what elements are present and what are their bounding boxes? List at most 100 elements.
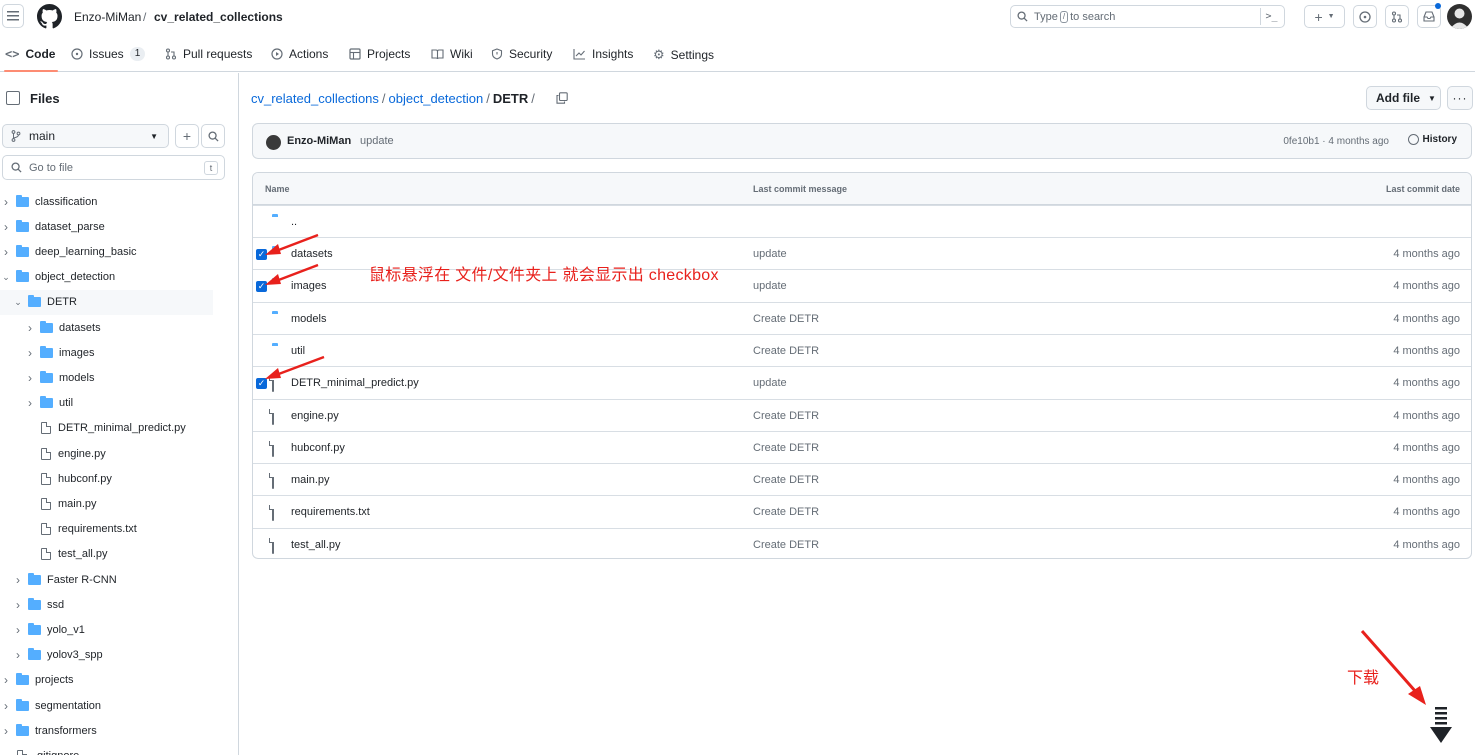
tab-security[interactable]: Security bbox=[491, 47, 552, 61]
branch-selector[interactable]: main ▼ bbox=[2, 124, 169, 148]
issues-button[interactable] bbox=[1353, 5, 1377, 28]
chevron-right-icon[interactable]: › bbox=[1, 195, 11, 209]
breadcrumb-root-link[interactable]: cv_related_collections bbox=[251, 91, 379, 106]
tree-item[interactable]: engine.py bbox=[0, 441, 238, 466]
chevron-right-icon[interactable]: › bbox=[25, 321, 35, 335]
row-name-link[interactable]: main.py bbox=[291, 474, 330, 486]
chevron-right-icon[interactable]: › bbox=[25, 396, 35, 410]
tree-item[interactable]: ⌄ DETR bbox=[0, 289, 213, 315]
table-row[interactable]: util Create DETR 4 months ago bbox=[253, 333, 1471, 366]
tab-code[interactable]: <> Code bbox=[5, 47, 55, 61]
chevron-down-icon[interactable]: ⌄ bbox=[13, 297, 23, 308]
tree-item[interactable]: › projects bbox=[0, 668, 238, 693]
row-commit-message-link[interactable]: Create DETR bbox=[753, 442, 819, 454]
table-row[interactable]: test_all.py Create DETR 4 months ago bbox=[253, 527, 1471, 558]
download-icon[interactable] bbox=[1429, 705, 1453, 745]
chevron-right-icon[interactable]: › bbox=[13, 623, 23, 637]
chevron-right-icon[interactable]: › bbox=[1, 245, 11, 259]
copy-path-icon[interactable] bbox=[556, 92, 568, 104]
row-name-link[interactable]: hubconf.py bbox=[291, 442, 345, 454]
repo-link[interactable]: cv_related_collections bbox=[154, 10, 283, 24]
table-row[interactable]: main.py Create DETR 4 months ago bbox=[253, 463, 1471, 495]
parent-directory-link[interactable]: .. bbox=[291, 216, 297, 228]
tree-item[interactable]: › images bbox=[0, 340, 238, 365]
add-file-button[interactable]: + bbox=[175, 124, 199, 148]
history-button[interactable]: History bbox=[1407, 134, 1457, 145]
tree-item[interactable]: .gitignore bbox=[0, 743, 238, 755]
tree-item[interactable]: › models bbox=[0, 365, 238, 390]
more-options-button[interactable]: ··· bbox=[1447, 86, 1473, 110]
commit-author-avatar[interactable] bbox=[266, 135, 281, 150]
github-logo-icon[interactable] bbox=[37, 4, 62, 29]
row-name-link[interactable]: engine.py bbox=[291, 410, 339, 422]
tab-wiki[interactable]: Wiki bbox=[431, 47, 473, 61]
commit-message-link[interactable]: update bbox=[360, 135, 394, 147]
tree-item[interactable]: › util bbox=[0, 391, 238, 416]
go-to-file-input[interactable]: Go to file t bbox=[2, 155, 225, 180]
tree-item[interactable]: › classification bbox=[0, 189, 238, 214]
sidebar-collapse-icon[interactable] bbox=[6, 91, 20, 105]
row-commit-message-link[interactable]: Create DETR bbox=[753, 345, 819, 357]
search-files-button[interactable] bbox=[201, 124, 225, 148]
row-commit-message-link[interactable]: Create DETR bbox=[753, 410, 819, 422]
row-name-link[interactable]: requirements.txt bbox=[291, 506, 370, 518]
tab-projects[interactable]: Projects bbox=[349, 47, 410, 61]
chevron-down-icon[interactable]: ⌄ bbox=[1, 272, 11, 283]
tree-item[interactable]: › yolo_v1 bbox=[0, 617, 238, 642]
pull-requests-button[interactable] bbox=[1385, 5, 1409, 28]
tree-item[interactable]: › ssd bbox=[0, 592, 238, 617]
tree-item[interactable]: requirements.txt bbox=[0, 517, 238, 542]
row-commit-message-link[interactable]: Create DETR bbox=[753, 506, 819, 518]
chevron-right-icon[interactable]: › bbox=[25, 371, 35, 385]
tree-item[interactable]: › deep_learning_basic bbox=[0, 239, 238, 264]
table-row[interactable]: hubconf.py Create DETR 4 months ago bbox=[253, 430, 1471, 463]
tree-item[interactable]: test_all.py bbox=[0, 542, 238, 567]
row-commit-message-link[interactable]: Create DETR bbox=[753, 539, 819, 551]
table-row[interactable]: requirements.txt Create DETR 4 months ago bbox=[253, 495, 1471, 527]
tree-item[interactable]: main.py bbox=[0, 491, 238, 516]
command-palette-button[interactable]: >_ bbox=[1260, 8, 1282, 25]
tab-actions[interactable]: Actions bbox=[271, 47, 328, 61]
commit-author-link[interactable]: Enzo-MiMan bbox=[287, 135, 351, 147]
commit-hash-and-time[interactable]: 0fe10b1 · 4 months ago bbox=[1283, 136, 1389, 147]
row-commit-message-link[interactable]: update bbox=[753, 248, 787, 260]
tab-pull-requests[interactable]: Pull requests bbox=[165, 47, 252, 61]
owner-link[interactable]: Enzo-MiMan bbox=[74, 10, 141, 24]
row-name-link[interactable]: test_all.py bbox=[291, 539, 341, 551]
table-row[interactable]: models Create DETR 4 months ago bbox=[253, 301, 1471, 334]
tree-item[interactable]: ⌄ object_detection bbox=[0, 265, 238, 290]
tree-item[interactable]: › Faster R-CNN bbox=[0, 567, 238, 592]
chevron-right-icon[interactable]: › bbox=[13, 598, 23, 612]
table-row[interactable]: ✓ DETR_minimal_predict.py update 4 months a… bbox=[253, 366, 1471, 398]
tab-settings[interactable]: ⚙ Settings bbox=[653, 47, 714, 63]
chevron-right-icon[interactable]: › bbox=[25, 346, 35, 360]
tree-item[interactable]: DETR_minimal_predict.py bbox=[0, 416, 238, 441]
tree-item[interactable]: › dataset_parse bbox=[0, 214, 238, 239]
breadcrumb-mid-link[interactable]: object_detection bbox=[389, 91, 484, 106]
tree-item[interactable]: hubconf.py bbox=[0, 466, 238, 491]
chevron-right-icon[interactable]: › bbox=[13, 573, 23, 587]
chevron-right-icon[interactable]: › bbox=[1, 724, 11, 738]
table-row[interactable]: engine.py Create DETR 4 months ago bbox=[253, 398, 1471, 431]
row-commit-message-link[interactable]: Create DETR bbox=[753, 313, 819, 325]
row-commit-message-link[interactable]: update bbox=[753, 377, 787, 389]
tree-item[interactable]: › segmentation bbox=[0, 693, 238, 718]
row-name-link[interactable]: models bbox=[291, 313, 326, 325]
global-search-input[interactable]: Type / to search >_ bbox=[1010, 5, 1285, 28]
tab-insights[interactable]: Insights bbox=[573, 47, 633, 61]
row-commit-message-link[interactable]: update bbox=[753, 280, 787, 292]
row-commit-message-link[interactable]: Create DETR bbox=[753, 474, 819, 486]
user-avatar[interactable] bbox=[1447, 4, 1472, 29]
create-new-button[interactable]: + ▼ bbox=[1304, 5, 1345, 28]
chevron-right-icon[interactable]: › bbox=[1, 220, 11, 234]
chevron-right-icon[interactable]: › bbox=[1, 673, 11, 687]
menu-button[interactable] bbox=[2, 4, 24, 28]
chevron-right-icon[interactable]: › bbox=[1, 699, 11, 713]
tree-item[interactable]: › yolov3_spp bbox=[0, 643, 238, 668]
tree-item[interactable]: › transformers bbox=[0, 718, 238, 743]
tree-item[interactable]: › datasets bbox=[0, 315, 238, 340]
tab-issues[interactable]: Issues 1 bbox=[71, 47, 146, 61]
add-file-dropdown[interactable]: Add file ▼ bbox=[1366, 86, 1441, 110]
chevron-right-icon[interactable]: › bbox=[13, 648, 23, 662]
parent-directory-row[interactable]: .. bbox=[253, 205, 1471, 237]
